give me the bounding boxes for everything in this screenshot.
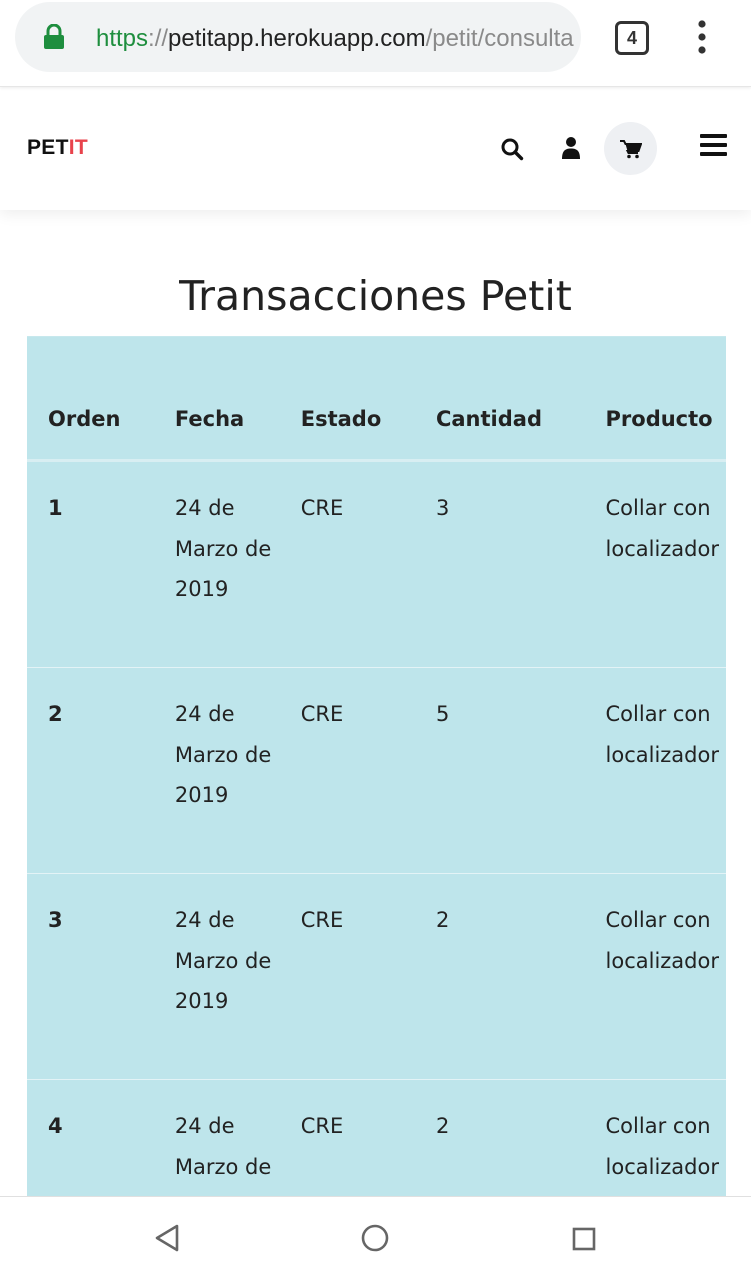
home-icon[interactable] [361,1224,389,1252]
cell-orden: 4 [27,1079,154,1196]
cell-cantidad: 2 [414,873,585,1080]
url-host: petitapp.herokuapp.com [168,25,426,52]
more-vert-icon[interactable] [694,20,710,54]
table-row: 2 24 de Marzo de 2019 CRE 5 Collar con l… [27,667,726,874]
cell-cantidad: 5 [414,667,585,874]
transactions-table: Orden Fecha Estado Cantidad Producto 1 2… [27,336,726,1196]
user-icon[interactable] [561,136,581,160]
logo-part-1: PET [27,136,69,159]
col-header-cantidad: Cantidad [414,336,585,462]
cell-estado: CRE [279,667,415,874]
page-title: Transacciones Petit [179,272,572,320]
android-nav-bar [0,1196,751,1281]
logo-part-2: IT [68,136,89,159]
col-header-orden: Orden [27,336,154,462]
cell-producto: Collar con localizador [584,667,726,874]
cell-cantidad: 3 [414,460,585,668]
cell-cantidad: 2 [414,1079,585,1196]
cell-orden: 1 [27,460,154,668]
lock-icon [44,24,64,49]
back-icon[interactable] [154,1223,180,1253]
cell-estado: CRE [279,460,415,668]
cell-estado: CRE [279,1079,415,1196]
address-bar[interactable]: https://petitapp.herokuapp.com/petit/con… [15,2,581,72]
table-header-row: Orden Fecha Estado Cantidad Producto [27,336,726,462]
cell-producto: Collar con localizador [584,1079,726,1196]
url-path: /petit/consulta [425,25,574,52]
browser-toolbar: https://petitapp.herokuapp.com/petit/con… [0,0,751,87]
site-header: PETIT [0,86,751,210]
table-row: 4 24 de Marzo de 2019 CRE 2 Collar con l… [27,1079,726,1196]
cell-fecha: 24 de Marzo de 2019 [153,1079,280,1196]
cell-orden: 2 [27,667,154,874]
cell-producto: Collar con localizador [584,460,726,668]
table-row: 3 24 de Marzo de 2019 CRE 2 Collar con l… [27,873,726,1080]
cart-icon [620,140,642,159]
url-separator: :// [148,25,169,52]
url-text[interactable]: https://petitapp.herokuapp.com/petit/con… [96,22,578,56]
transactions-table-container: Orden Fecha Estado Cantidad Producto 1 2… [27,336,726,1196]
cell-fecha: 24 de Marzo de 2019 [153,667,280,874]
cell-estado: CRE [279,873,415,1080]
table-row: 1 24 de Marzo de 2019 CRE 3 Collar con l… [27,460,726,668]
col-header-producto: Producto [584,336,726,462]
recents-icon[interactable] [572,1227,596,1251]
col-header-fecha: Fecha [153,336,280,462]
cell-producto: Collar con localizador [584,873,726,1080]
cell-orden: 3 [27,873,154,1080]
cell-fecha: 24 de Marzo de 2019 [153,873,280,1080]
search-icon[interactable] [500,137,524,161]
url-scheme: https [96,25,149,52]
site-logo[interactable]: PETIT [27,136,88,160]
col-header-estado: Estado [279,336,415,462]
cart-button[interactable] [604,122,657,175]
cell-fecha: 24 de Marzo de 2019 [153,460,280,668]
hamburger-menu-icon[interactable] [700,134,727,156]
tab-switcher-button[interactable]: 4 [615,21,649,55]
